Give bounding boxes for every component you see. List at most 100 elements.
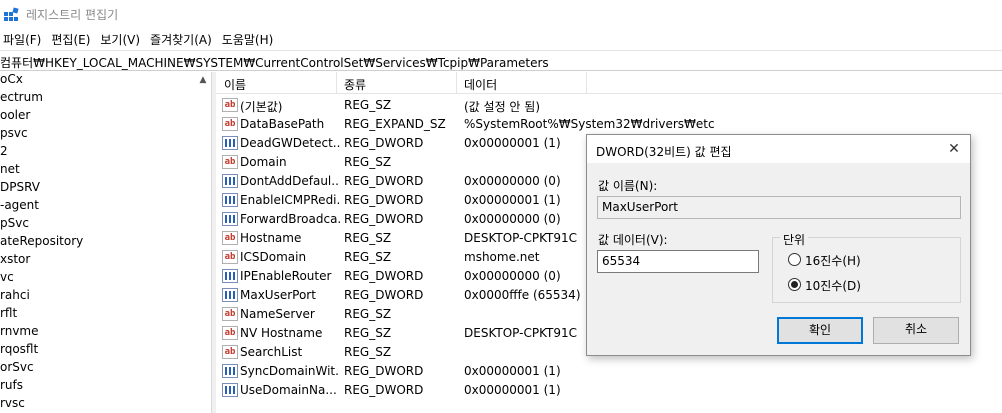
value-type: REG_DWORD: [344, 383, 424, 397]
value-name: (기본값): [240, 100, 283, 114]
binary-value-icon: [222, 364, 238, 378]
tree-node[interactable]: rahci: [0, 288, 30, 306]
key-tree[interactable]: oCx ectrum ooler psvc 2 net DPSRV -agent…: [0, 72, 211, 413]
binary-value-icon: [222, 193, 238, 207]
decimal-radio[interactable]: [788, 278, 801, 291]
menu-file[interactable]: 파일(F): [0, 31, 48, 48]
column-name[interactable]: 이름: [224, 76, 246, 93]
value-name: Hostname: [240, 231, 302, 245]
value-name: NameServer: [240, 307, 315, 321]
value-name: IPEnableRouter: [240, 269, 332, 283]
dialog-title-bar[interactable]: DWORD(32비트) 값 편집 ✕: [587, 135, 970, 163]
value-data-label: 값 데이터(V):: [598, 233, 668, 247]
value-data: 0x00000001 (1): [464, 383, 561, 397]
value-data: 0x00000001 (1): [464, 193, 561, 207]
value-data: DESKTOP-CPKT91C: [464, 231, 577, 245]
tree-node[interactable]: ooler: [0, 108, 30, 126]
value-type: REG_SZ: [344, 326, 392, 340]
hex-radio[interactable]: [788, 253, 801, 266]
value-data: 0x00000000 (0): [464, 269, 561, 283]
title-bar: 레지스트리 편집기: [0, 0, 1002, 28]
menu-help[interactable]: 도움말(H): [219, 31, 281, 48]
tree-node[interactable]: net: [0, 162, 20, 180]
value-type: REG_DWORD: [344, 136, 424, 150]
tree-node[interactable]: rvsc: [0, 396, 25, 413]
tree-node[interactable]: rflt: [0, 306, 17, 324]
scroll-up-arrow-icon[interactable]: ▲: [198, 75, 208, 85]
tree-node[interactable]: psvc: [0, 126, 28, 144]
binary-value-icon: [222, 174, 238, 188]
binary-value-icon: [222, 136, 238, 150]
binary-value-icon: [222, 212, 238, 226]
value-type: REG_DWORD: [344, 364, 424, 378]
value-data: %SystemRoot%₩System32₩drivers₩etc: [464, 117, 715, 131]
value-type: REG_DWORD: [344, 174, 424, 188]
string-value-icon: ab: [222, 307, 238, 321]
value-name: ICSDomain: [240, 250, 307, 264]
value-data: mshome.net: [464, 250, 540, 264]
dialog-title: DWORD(32비트) 값 편집: [596, 145, 732, 159]
value-type: REG_DWORD: [344, 193, 424, 207]
close-icon[interactable]: ✕: [943, 140, 965, 158]
address-path[interactable]: 컴퓨터₩HKEY_LOCAL_MACHINE₩SYSTEM₩CurrentCon…: [0, 54, 549, 71]
tree-node[interactable]: pSvc: [0, 216, 29, 234]
tree-node[interactable]: xstor: [0, 252, 30, 270]
list-item[interactable]: UseDomainNa... REG_DWORD 0x00000001 (1): [216, 381, 1002, 400]
value-name: DeadGWDetect...: [240, 136, 340, 150]
value-name: DataBasePath: [240, 117, 325, 131]
string-value-icon: ab: [222, 326, 238, 340]
tree-node[interactable]: rqosflt: [0, 342, 38, 360]
menu-favorites[interactable]: 즐겨찾기(A): [147, 31, 219, 48]
value-name: UseDomainNa...: [240, 383, 337, 397]
hex-radio-label[interactable]: 16진수(H): [805, 252, 861, 269]
value-data: 0x00000001 (1): [464, 136, 561, 150]
list-item[interactable]: ab DataBasePath REG_EXPAND_SZ %SystemRoo…: [216, 115, 1002, 134]
value-name: MaxUserPort: [240, 288, 316, 302]
value-type: REG_SZ: [344, 307, 392, 321]
tree-scrollbar[interactable]: ▲: [195, 72, 211, 413]
column-separator[interactable]: [336, 72, 337, 94]
tree-node[interactable]: ateRepository: [0, 234, 83, 252]
tree-node[interactable]: 2: [0, 144, 8, 162]
value-type: REG_SZ: [344, 345, 392, 359]
value-type: REG_DWORD: [344, 288, 424, 302]
value-data: 0x0000fffe (65534): [464, 288, 581, 302]
column-type[interactable]: 종류: [344, 76, 366, 93]
decimal-radio-label[interactable]: 10진수(D): [805, 277, 861, 294]
tree-node[interactable]: oCx: [0, 72, 23, 90]
list-header: 이름 종류 데이터: [216, 72, 1002, 94]
value-data: 0x00000000 (0): [464, 212, 561, 226]
value-name-label: 값 이름(N):: [598, 179, 658, 193]
cancel-button[interactable]: 취소: [873, 317, 959, 344]
binary-value-icon: [222, 288, 238, 302]
string-value-icon: ab: [222, 117, 238, 131]
menu-view[interactable]: 보기(V): [97, 31, 147, 48]
value-type: REG_SZ: [344, 155, 392, 169]
menu-edit[interactable]: 편집(E): [48, 31, 97, 48]
column-separator[interactable]: [586, 72, 587, 94]
value-name: EnableICMPRedi...: [240, 193, 340, 207]
value-name: SyncDomainWit...: [240, 364, 340, 378]
value-type: REG_SZ: [344, 98, 392, 112]
tree-node[interactable]: DPSRV: [0, 180, 40, 198]
tree-node[interactable]: vc: [0, 270, 14, 288]
list-item[interactable]: SyncDomainWit... REG_DWORD 0x00000001 (1…: [216, 362, 1002, 381]
tree-node[interactable]: orSvc: [0, 360, 34, 378]
binary-value-icon: [222, 269, 238, 283]
value-name: Domain: [240, 155, 287, 169]
tree-node[interactable]: -agent: [0, 198, 39, 216]
tree-node[interactable]: rnvme: [0, 324, 39, 342]
address-bar[interactable]: 컴퓨터₩HKEY_LOCAL_MACHINE₩SYSTEM₩CurrentCon…: [0, 50, 1002, 71]
list-item[interactable]: ab (기본값) REG_SZ (값 설정 안 됨): [216, 96, 1002, 115]
string-value-icon: ab: [222, 231, 238, 245]
column-separator[interactable]: [456, 72, 457, 94]
ok-button[interactable]: 확인: [777, 317, 863, 344]
tree-node[interactable]: rufs: [0, 378, 23, 396]
value-name: SearchList: [240, 345, 303, 359]
column-data[interactable]: 데이터: [464, 76, 497, 93]
tree-node[interactable]: ectrum: [0, 90, 43, 108]
value-data: (값 설정 안 됨): [464, 100, 541, 114]
value-type: REG_EXPAND_SZ: [344, 117, 446, 131]
value-data-input[interactable]: 65534: [597, 250, 759, 273]
value-name: DontAddDefaul...: [240, 174, 340, 188]
